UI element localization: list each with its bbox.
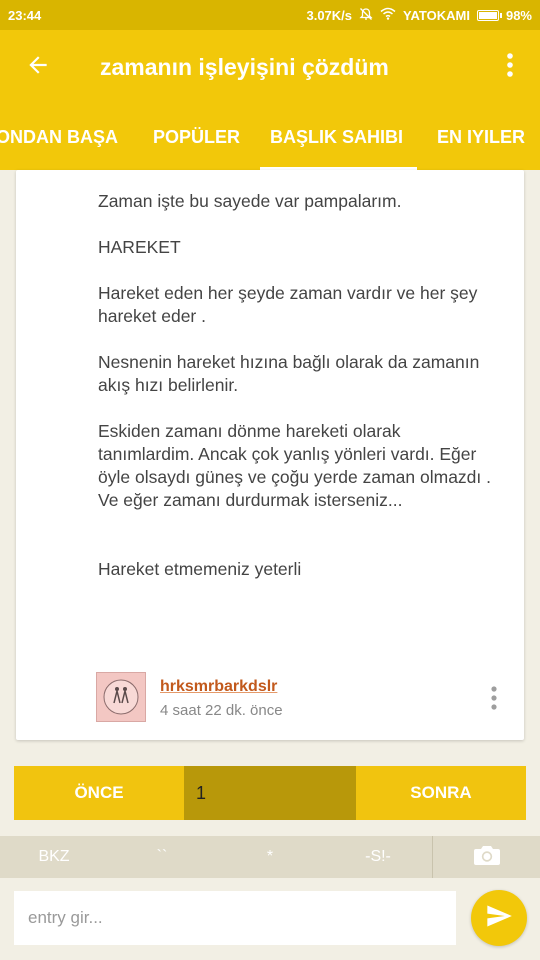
entry-more-button[interactable] [482, 685, 506, 716]
entry-composer [0, 878, 540, 960]
entry-card: Zaman işte bu sayede var pampalarım. HAR… [16, 170, 524, 740]
page-number-input[interactable]: 1 [184, 766, 356, 820]
pager: ÖNCE 1 SONRA [14, 766, 526, 820]
entry-paragraph: Hareket eden her şeyde zaman vardır ve h… [98, 283, 478, 326]
entry-author-row: hrksmrbarkdslr 4 saat 22 dk. önce [96, 672, 506, 724]
more-vert-icon [506, 52, 514, 83]
battery-percent: 98% [505, 7, 532, 23]
status-time: 23:44 [8, 7, 42, 23]
entry-text: Zaman işte bu sayede var pampalarım. HAR… [98, 190, 498, 604]
bkz-button[interactable]: BKZ [0, 848, 108, 866]
avatar[interactable] [96, 672, 146, 722]
asterisk-button[interactable]: * [216, 848, 324, 866]
tab-label: BAŞLIK SAHIBI [270, 127, 404, 147]
entry-paragraph: Hareket etmemeniz yeterli [98, 559, 302, 579]
entry-paragraph: Zaman işte bu sayede var pampalarım. [98, 191, 402, 211]
page-title: zamanın işleyişini çözdüm [100, 53, 389, 80]
entry-timestamp: 4 saat 22 dk. önce [160, 702, 283, 719]
status-bar: 23:44 3.07K/s YATOKAMI 98% [0, 0, 540, 30]
wifi-icon [380, 7, 396, 23]
entry-input[interactable] [14, 891, 456, 945]
camera-button[interactable] [433, 843, 540, 872]
send-button[interactable] [471, 890, 527, 946]
entry-paragraph: Nesnenin hareket hızına bağlı olarak da … [98, 352, 480, 395]
tab-label: POPÜLER [153, 127, 241, 147]
back-button[interactable] [0, 30, 76, 104]
tab-label: ONDAN BAŞA [0, 127, 119, 147]
entry-paragraph: HAREKET [98, 237, 181, 257]
tab-label: EN IYILER [437, 127, 526, 147]
send-icon [485, 902, 513, 935]
more-vert-icon [490, 685, 498, 716]
tab-en-iyiler[interactable]: EN IYILER [437, 104, 525, 170]
app-bar: zamanın işleyişini çözdüm [0, 30, 540, 104]
tab-baslik-sahibi[interactable]: BAŞLIK SAHIBI [260, 104, 418, 170]
carrier-name: YATOKAMI [403, 7, 470, 23]
arrow-left-icon [25, 52, 51, 83]
tab-bar: ONDAN BAŞA POPÜLER BAŞLIK SAHIBI EN IYIL… [0, 104, 540, 170]
tab-populer[interactable]: POPÜLER [153, 104, 240, 170]
mute-icon [359, 7, 373, 24]
next-page-button[interactable]: SONRA [356, 766, 526, 820]
more-options-button[interactable] [480, 30, 540, 104]
spoiler-button[interactable]: -S!- [324, 848, 432, 866]
tab-ondan-basa[interactable]: ONDAN BAŞA [0, 104, 118, 170]
battery-icon [476, 9, 502, 21]
backtick-button[interactable]: `` [108, 848, 216, 866]
camera-icon [473, 843, 501, 872]
network-speed: 3.07K/s [306, 7, 353, 23]
author-link[interactable]: hrksmrbarkdslr [160, 678, 277, 696]
status-right: 3.07K/s YATOKAMI 98% [306, 7, 532, 24]
prev-page-button[interactable]: ÖNCE [14, 766, 184, 820]
entry-paragraph: Eskiden zamanı dönme hareketi olarak tan… [98, 421, 491, 510]
format-toolbar: BKZ `` * -S!- [0, 836, 540, 878]
